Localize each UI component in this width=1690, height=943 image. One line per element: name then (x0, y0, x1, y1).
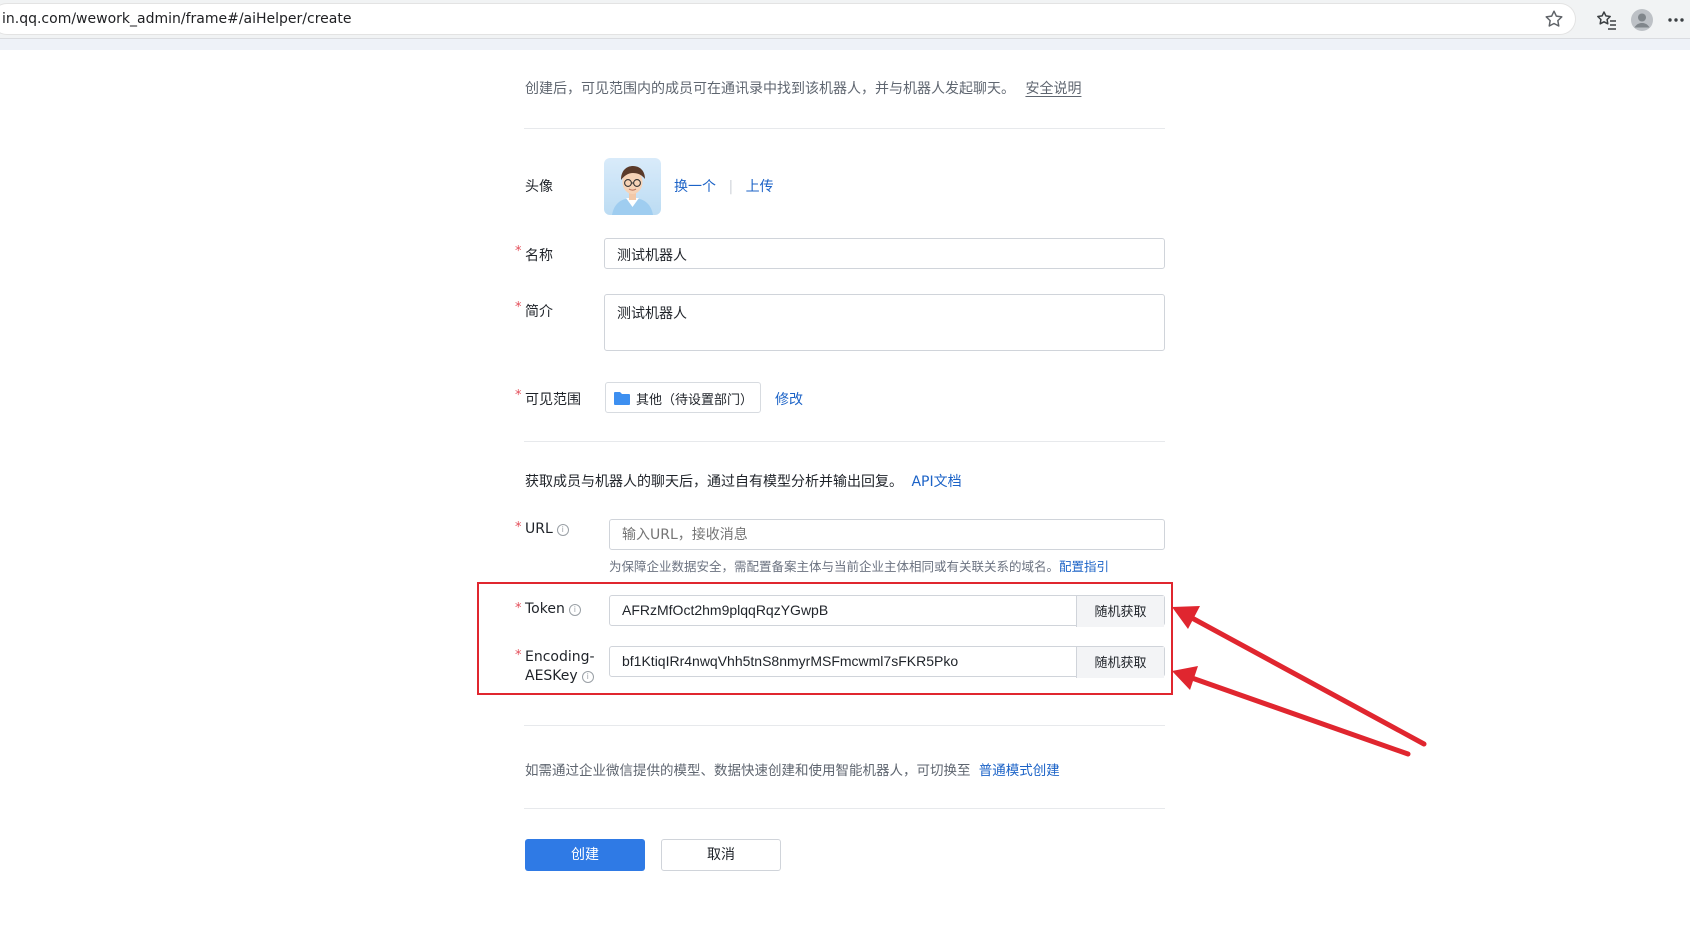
annotation-arrows (1172, 606, 1427, 757)
normal-mode-link[interactable]: 普通模式创建 (979, 763, 1060, 779)
divider (524, 808, 1165, 809)
divider (524, 725, 1165, 726)
cancel-button[interactable]: 取消 (661, 839, 781, 871)
switch-mode-text: 如需通过企业微信提供的模型、数据快速创建和使用智能机器人，可切换至 普通模式创建 (525, 763, 1060, 779)
create-button[interactable]: 创建 (525, 839, 645, 871)
